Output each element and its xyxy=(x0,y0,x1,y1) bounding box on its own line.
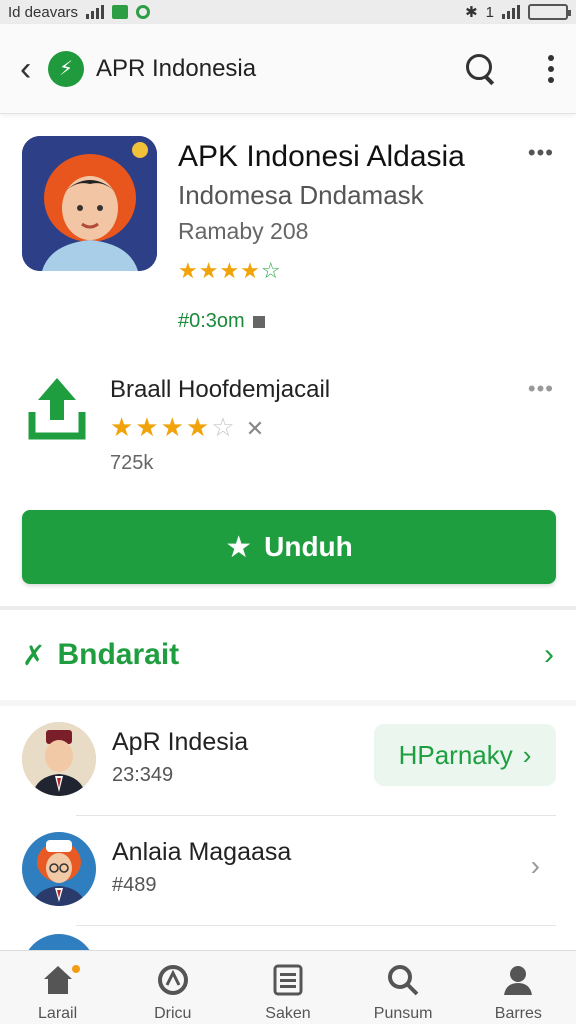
secondary-app-row[interactable]: Braall Hoofdemjacail ••• ★★★★☆ ✕ 725k xyxy=(0,360,576,490)
nav-label: Punsum xyxy=(373,1005,433,1022)
nav-label: Dricu xyxy=(154,1005,192,1022)
app-list: ApR Indesia 23:349 HParnaky › Anlaia Mag… xyxy=(0,700,576,950)
list-item-name: ApR Indesia xyxy=(112,728,249,756)
upload-icon xyxy=(28,378,86,440)
list-item[interactable]: Anlaia Magaasa #489 › xyxy=(0,816,576,926)
kebab-menu-icon[interactable] xyxy=(546,54,556,83)
person-avatar-icon xyxy=(22,832,96,906)
pill-prefix-text: H xyxy=(398,739,418,770)
notification-dot xyxy=(71,965,80,973)
nav-label: Barres xyxy=(494,1005,542,1022)
status-right-text: 1 xyxy=(485,3,494,21)
bottom-navigation: Larail Dricu Saken Punsum Barres xyxy=(0,950,576,1024)
person-avatar-icon xyxy=(22,722,96,796)
section-header[interactable]: ✗ Bndarait › xyxy=(0,612,576,698)
install-button[interactable]: ★ Unduh xyxy=(22,510,556,584)
section-title: Bndarait xyxy=(57,638,180,671)
app-bar-title: APR Indonesia xyxy=(96,54,257,82)
nav-label: Saken xyxy=(265,1005,311,1022)
wifi-icon: ✱ xyxy=(465,4,478,21)
nav-item-home[interactable]: Larail xyxy=(8,963,108,1023)
nav-item-list[interactable]: Saken xyxy=(238,963,338,1023)
app-size-text: #0:3om xyxy=(178,310,245,332)
home-icon xyxy=(43,966,72,994)
app-header: APK Indonesi Aldasia ••• Indomesa Dndama… xyxy=(0,114,576,346)
list-item[interactable] xyxy=(0,926,576,950)
apps-icon xyxy=(157,965,188,995)
list-item-sub: 23:349 xyxy=(112,764,174,786)
list-item[interactable]: ApR Indesia 23:349 HParnaky › xyxy=(0,706,576,816)
secondary-rating-stars: ★★★★☆ ✕ xyxy=(110,412,267,442)
nav-item-apps[interactable]: Dricu xyxy=(123,963,223,1023)
pill-label: Parnaky xyxy=(417,739,513,770)
chevron-right-icon[interactable]: › xyxy=(531,850,540,882)
download-icon xyxy=(252,315,265,328)
star-icon: ★ xyxy=(225,530,253,564)
list-item-name: Anlaia Magaasa xyxy=(112,838,292,866)
signal-strength-icon xyxy=(502,5,520,19)
shuffle-icon: ✗ xyxy=(22,639,46,671)
list-item-sub: #489 xyxy=(112,874,157,896)
secondary-title: Braall Hoofdemjacail xyxy=(110,376,331,403)
search-icon[interactable] xyxy=(464,52,498,86)
search-icon xyxy=(388,965,419,996)
person-icon xyxy=(504,966,533,995)
avatar xyxy=(22,722,96,796)
status-bar: Id deavars ✱ 1 xyxy=(0,0,576,24)
avatar xyxy=(22,832,96,906)
nav-label: Larail xyxy=(38,1005,78,1022)
notification-app-icon xyxy=(112,5,129,19)
nav-item-search[interactable]: Punsum xyxy=(353,963,453,1023)
status-carrier-text: Id deavars xyxy=(8,3,79,21)
shield-icon xyxy=(136,5,151,19)
action-pill-button[interactable]: HParnaky › xyxy=(374,724,556,786)
more-options-icon[interactable]: ••• xyxy=(528,140,554,166)
chevron-right-icon[interactable]: › xyxy=(544,638,554,672)
app-bar: ‹ ⚡ APR Indonesia xyxy=(0,24,576,114)
app-name: APK Indonesi Aldasia xyxy=(178,140,465,173)
chevron-right-icon: › xyxy=(522,739,532,770)
green-leaf-logo-icon: ⚡ xyxy=(48,50,84,87)
more-options-icon[interactable]: ••• xyxy=(528,376,554,402)
app-meta: Ramaby 208 xyxy=(178,218,309,244)
secondary-count: 725k xyxy=(110,452,154,474)
list-icon xyxy=(273,964,303,996)
avatar xyxy=(22,934,96,950)
app-subtitle: Indomesa Dndamask xyxy=(178,180,424,210)
app-size: #0:3om xyxy=(178,310,265,333)
section-divider xyxy=(0,606,576,610)
avatar-illustration-icon xyxy=(22,136,157,271)
battery-icon xyxy=(528,4,571,20)
back-arrow-icon[interactable]: ‹ xyxy=(20,52,46,86)
app-rating-stars: ★★★★☆ xyxy=(178,258,282,283)
app-icon xyxy=(22,136,157,271)
pill-prefix: HParnaky xyxy=(399,740,513,771)
install-button-label: Unduh xyxy=(264,531,353,562)
signal-icon xyxy=(86,5,105,19)
nav-item-profile[interactable]: Barres xyxy=(468,963,568,1023)
